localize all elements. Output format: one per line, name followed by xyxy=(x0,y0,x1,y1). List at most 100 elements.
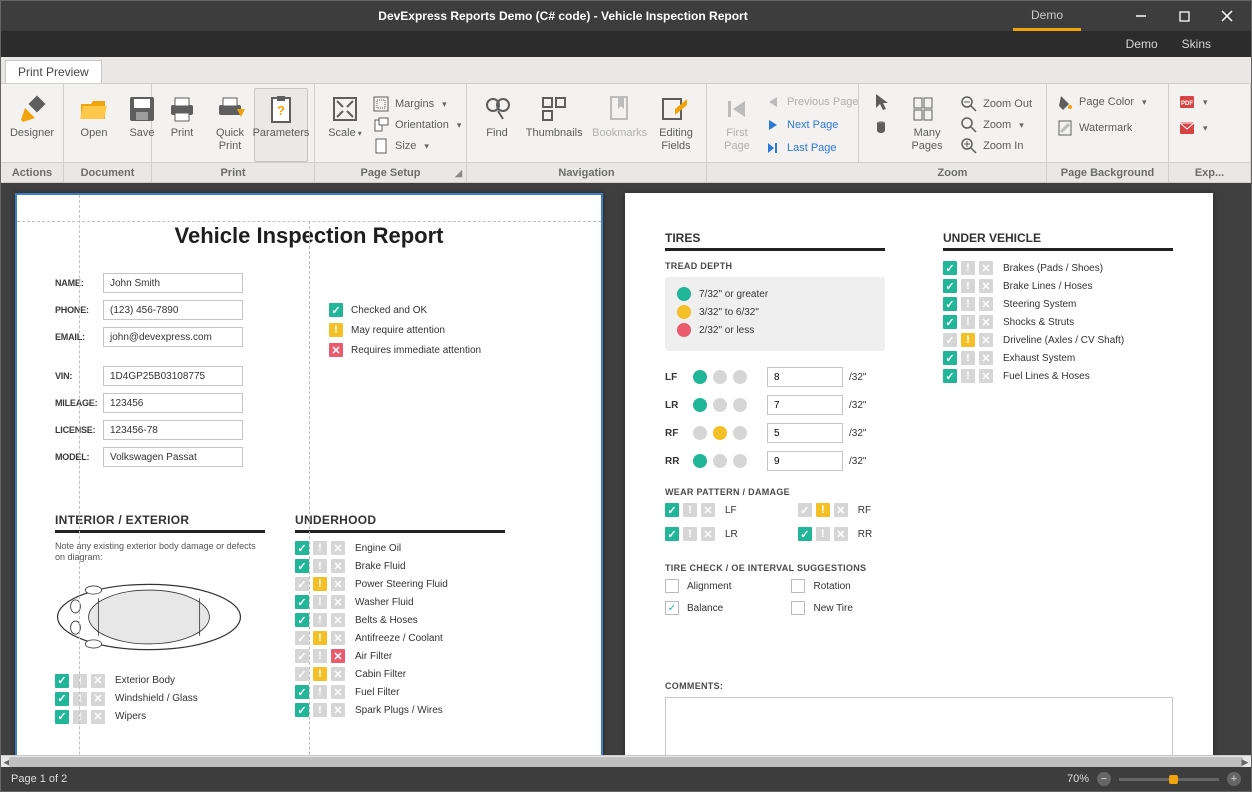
status-red-box[interactable]: ✕ xyxy=(331,685,345,699)
status-green-box[interactable]: ✓ xyxy=(295,541,309,555)
status-yellow-box[interactable]: ! xyxy=(313,577,327,591)
model-field[interactable]: Volkswagen Passat xyxy=(103,447,243,467)
next-page-button[interactable]: Next Page xyxy=(761,115,863,135)
status-red-box[interactable]: ✕ xyxy=(331,703,345,717)
status-red-box[interactable]: ✕ xyxy=(91,710,105,724)
status-green-box[interactable]: ✓ xyxy=(295,595,309,609)
status-yellow-box[interactable]: ! xyxy=(313,613,327,627)
status-green-box[interactable]: ✓ xyxy=(55,674,69,688)
status-green-box[interactable]: ✓ xyxy=(943,351,957,365)
status-red-box[interactable]: ✕ xyxy=(91,674,105,688)
maximize-button[interactable] xyxy=(1164,2,1204,30)
status-red-box[interactable]: ✕ xyxy=(91,692,105,706)
export-mail-button[interactable]: ▾ xyxy=(1175,118,1212,138)
status-yellow-box[interactable]: ! xyxy=(961,279,975,293)
status-green-box[interactable]: ✓ xyxy=(943,261,957,275)
tire-green-icon[interactable] xyxy=(693,454,707,468)
print-button[interactable]: Print xyxy=(158,88,206,162)
name-field[interactable]: John Smith xyxy=(103,273,243,293)
tire-red-icon[interactable] xyxy=(733,370,747,384)
status-green-box[interactable]: ✓ xyxy=(665,503,679,517)
mileage-field[interactable]: 123456 xyxy=(103,393,243,413)
tab-print-preview[interactable]: Print Preview xyxy=(5,60,102,83)
tire-red-icon[interactable] xyxy=(733,398,747,412)
status-red-box[interactable]: ✕ xyxy=(331,559,345,573)
quick-print-button[interactable]: Quick Print xyxy=(206,88,254,162)
status-green-box[interactable]: ✓ xyxy=(295,703,309,717)
zoom-button[interactable]: Zoom▾ xyxy=(957,115,1036,135)
editing-fields-button[interactable]: Editing Fields xyxy=(652,88,700,162)
license-field[interactable]: 123456-78 xyxy=(103,420,243,440)
status-green-box[interactable]: ✓ xyxy=(295,577,309,591)
status-yellow-box[interactable]: ! xyxy=(313,703,327,717)
status-red-box[interactable]: ✕ xyxy=(331,667,345,681)
open-button[interactable]: Open xyxy=(70,88,118,162)
phone-field[interactable]: (123) 456-7890 xyxy=(103,300,243,320)
status-yellow-box[interactable]: ! xyxy=(313,649,327,663)
zoom-minus-button[interactable]: − xyxy=(1097,772,1111,786)
export-pdf-button[interactable]: PDF▾ xyxy=(1175,92,1212,112)
status-yellow-box[interactable]: ! xyxy=(313,559,327,573)
status-yellow-box[interactable]: ! xyxy=(73,674,87,688)
status-red-box[interactable]: ✕ xyxy=(979,279,993,293)
status-green-box[interactable]: ✓ xyxy=(943,297,957,311)
tire-LR-input[interactable] xyxy=(767,395,843,415)
thumbnails-button[interactable]: Thumbnails xyxy=(521,88,587,162)
tire-RR-input[interactable] xyxy=(767,451,843,471)
status-yellow-box[interactable]: ! xyxy=(961,369,975,383)
suggest-checkbox[interactable] xyxy=(665,579,679,593)
status-green-box[interactable]: ✓ xyxy=(295,613,309,627)
status-red-box[interactable]: ✕ xyxy=(834,527,848,541)
status-red-box[interactable]: ✕ xyxy=(979,261,993,275)
minimize-button[interactable] xyxy=(1121,2,1161,30)
pointer-tool[interactable] xyxy=(869,92,893,112)
status-red-box[interactable]: ✕ xyxy=(979,333,993,347)
tire-green-icon[interactable] xyxy=(693,426,707,440)
suggest-checkbox[interactable] xyxy=(791,579,805,593)
page-setup-launcher-icon[interactable]: ◢ xyxy=(455,168,462,179)
tire-yellow-icon[interactable] xyxy=(713,398,727,412)
comments-field[interactable] xyxy=(665,697,1173,755)
status-green-box[interactable]: ✓ xyxy=(295,559,309,573)
status-red-box[interactable]: ✕ xyxy=(979,351,993,365)
first-page-button[interactable]: First Page xyxy=(713,88,761,162)
tire-green-icon[interactable] xyxy=(693,370,707,384)
status-green-box[interactable]: ✓ xyxy=(295,685,309,699)
status-green-box[interactable]: ✓ xyxy=(798,503,812,517)
status-yellow-box[interactable]: ! xyxy=(313,541,327,555)
status-yellow-box[interactable]: ! xyxy=(313,631,327,645)
subtab-demo[interactable]: Demo xyxy=(1126,37,1158,51)
preview-canvas[interactable]: Vehicle Inspection Report NAME:John Smit… xyxy=(1,183,1251,755)
status-green-box[interactable]: ✓ xyxy=(943,279,957,293)
margins-button[interactable]: Margins▾ xyxy=(369,94,465,114)
status-yellow-box[interactable]: ! xyxy=(961,315,975,329)
status-red-box[interactable]: ✕ xyxy=(331,577,345,591)
tire-RF-input[interactable] xyxy=(767,423,843,443)
status-yellow-box[interactable]: ! xyxy=(816,503,830,517)
scale-button[interactable]: Scale▾ xyxy=(321,88,369,162)
status-yellow-box[interactable]: ! xyxy=(313,595,327,609)
find-button[interactable]: Find xyxy=(473,88,521,162)
status-yellow-box[interactable]: ! xyxy=(73,710,87,724)
status-red-box[interactable]: ✕ xyxy=(834,503,848,517)
scroll-right-icon[interactable]: ▶ xyxy=(1239,756,1251,768)
many-pages-button[interactable]: Many Pages xyxy=(897,88,957,162)
status-green-box[interactable]: ✓ xyxy=(295,631,309,645)
status-green-box[interactable]: ✓ xyxy=(943,315,957,329)
scroll-thumb[interactable] xyxy=(9,757,1243,767)
subtab-skins[interactable]: Skins xyxy=(1182,37,1211,51)
status-red-box[interactable]: ✕ xyxy=(331,595,345,609)
pan-tool[interactable] xyxy=(869,114,893,134)
page-color-button[interactable]: Page Color▾ xyxy=(1053,92,1151,112)
status-red-box[interactable]: ✕ xyxy=(331,613,345,627)
tire-yellow-icon[interactable] xyxy=(713,454,727,468)
tire-red-icon[interactable] xyxy=(733,454,747,468)
orientation-button[interactable]: Orientation▾ xyxy=(369,115,465,135)
zoom-in-button[interactable]: Zoom In xyxy=(957,136,1036,156)
tire-yellow-icon[interactable] xyxy=(713,370,727,384)
status-red-box[interactable]: ✕ xyxy=(331,541,345,555)
status-green-box[interactable]: ✓ xyxy=(943,333,957,347)
vin-field[interactable]: 1D4GP25B03108775 xyxy=(103,366,243,386)
status-green-box[interactable]: ✓ xyxy=(943,369,957,383)
status-green-box[interactable]: ✓ xyxy=(55,710,69,724)
